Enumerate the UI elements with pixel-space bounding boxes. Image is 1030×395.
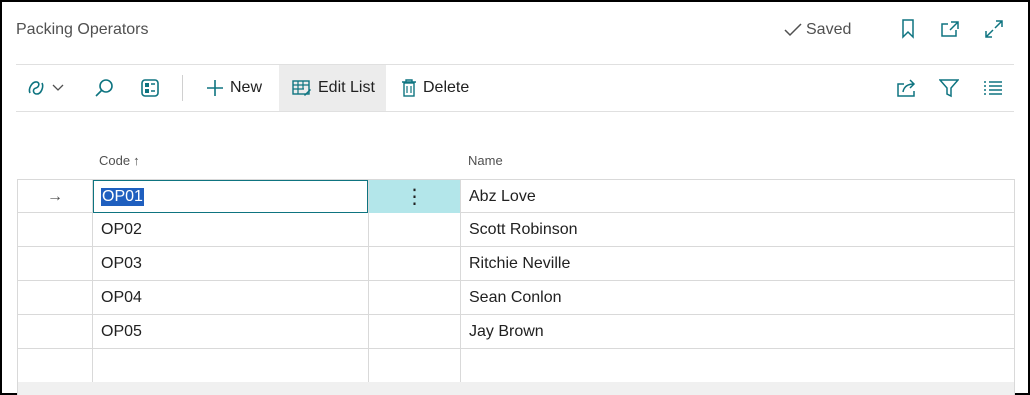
code-input[interactable]: OP01: [93, 180, 368, 213]
name-cell[interactable]: Abz Love: [461, 180, 1015, 213]
row-actions-cell[interactable]: [369, 315, 461, 348]
name-cell[interactable]: [461, 349, 1015, 382]
table-row[interactable]: OP04 Sean Conlon: [17, 281, 1015, 315]
delete-button[interactable]: Delete: [401, 65, 469, 111]
filter-icon: [939, 79, 959, 98]
checkmark-icon: [784, 23, 802, 37]
row-selector[interactable]: [17, 281, 93, 314]
chevron-down-icon: [52, 84, 64, 91]
expand-icon[interactable]: [983, 18, 1005, 40]
row-selector[interactable]: [17, 349, 93, 382]
list-icon: [984, 81, 1002, 95]
edit-list-icon: [292, 80, 311, 96]
table-row[interactable]: → OP01 ⋮ Abz Love: [17, 179, 1015, 213]
new-button[interactable]: New: [206, 65, 262, 111]
layout-panel-icon: [141, 79, 159, 97]
row-actions-cell[interactable]: [369, 247, 461, 280]
table-row[interactable]: OP02 Scott Robinson: [17, 213, 1015, 247]
row-actions-cell[interactable]: [369, 349, 461, 382]
saved-status: Saved: [784, 21, 851, 39]
row-selector[interactable]: [17, 213, 93, 246]
toolbar-divider: [182, 75, 183, 101]
row-selector[interactable]: [17, 315, 93, 348]
name-cell[interactable]: Sean Conlon: [461, 281, 1015, 314]
copilot-icon: [28, 81, 44, 95]
copilot-menu-button[interactable]: [26, 65, 74, 111]
open-new-window-icon[interactable]: [939, 18, 961, 40]
edit-list-button[interactable]: Edit List: [279, 65, 386, 111]
name-cell[interactable]: Jay Brown: [461, 315, 1015, 348]
column-header-code-label: Code: [99, 153, 131, 168]
code-cell[interactable]: [93, 349, 369, 382]
edit-list-button-label: Edit List: [318, 79, 375, 96]
name-cell[interactable]: Scott Robinson: [461, 213, 1015, 246]
row-selector[interactable]: →: [17, 180, 93, 213]
code-cell[interactable]: OP03: [93, 247, 369, 280]
table-row[interactable]: OP03 Ritchie Neville: [17, 247, 1015, 281]
plus-icon: [207, 80, 223, 96]
column-header-name[interactable]: Name: [468, 153, 503, 168]
code-cell[interactable]: OP04: [93, 281, 369, 314]
row-actions-cell[interactable]: [369, 281, 461, 314]
share-icon: [897, 79, 916, 97]
page-frame: Packing Operators Saved New Edit List De…: [0, 0, 1030, 395]
current-row-arrow-icon: →: [47, 187, 63, 205]
saved-label: Saved: [806, 21, 852, 38]
name-cell[interactable]: Ritchie Neville: [461, 247, 1015, 280]
row-actions-cell[interactable]: [369, 213, 461, 246]
search-button[interactable]: [94, 65, 114, 111]
delete-button-label: Delete: [423, 79, 470, 96]
page-title: Packing Operators: [16, 21, 149, 38]
column-header-code[interactable]: Code ↑: [99, 153, 140, 168]
table-row-new[interactable]: [17, 349, 1015, 383]
search-icon: [95, 79, 113, 97]
operators-table: → OP01 ⋮ Abz Love OP02 Scott Robinson OP…: [17, 179, 1015, 383]
trash-icon: [402, 79, 416, 97]
bookmark-icon[interactable]: [897, 18, 919, 40]
code-cell[interactable]: OP01: [93, 180, 369, 213]
table-row[interactable]: OP05 Jay Brown: [17, 315, 1015, 349]
table-footer-band: [17, 382, 1015, 395]
action-bar: New Edit List Delete: [16, 64, 1014, 112]
row-actions-button[interactable]: ⋮: [369, 180, 461, 213]
row-selector[interactable]: [17, 247, 93, 280]
filter-button[interactable]: [939, 65, 959, 111]
share-button[interactable]: [896, 65, 918, 111]
code-cell[interactable]: OP05: [93, 315, 369, 348]
sort-ascending-icon: ↑: [133, 153, 140, 168]
more-options-icon: ⋮: [404, 186, 425, 208]
list-view-button[interactable]: [983, 65, 1003, 111]
filter-pane-button[interactable]: [140, 65, 160, 111]
column-header-name-label: Name: [468, 153, 503, 168]
new-button-label: New: [230, 79, 263, 96]
code-cell[interactable]: OP02: [93, 213, 369, 246]
